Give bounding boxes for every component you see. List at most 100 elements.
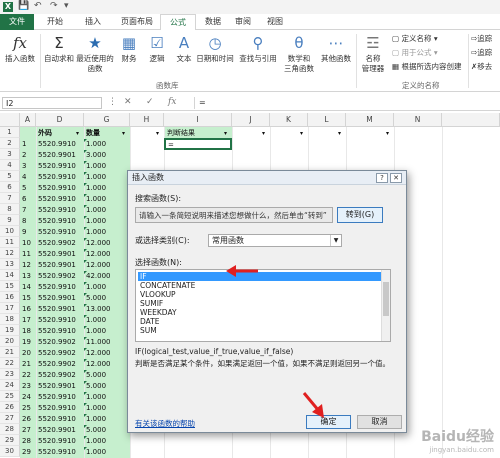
row-header[interactable]: 25 bbox=[0, 391, 20, 402]
tab-formulas[interactable]: 公式 bbox=[160, 14, 196, 31]
cell-code[interactable]: 5520.9901 bbox=[38, 150, 76, 161]
cell-quantity[interactable]: 5.000 bbox=[86, 425, 106, 436]
cell-a[interactable]: 26 bbox=[22, 414, 31, 425]
row-header[interactable]: 6 bbox=[0, 182, 20, 193]
filter-dropdown-icon[interactable]: ▾ bbox=[76, 128, 79, 139]
cell-a[interactable]: 23 bbox=[22, 381, 31, 392]
row-header[interactable]: 29 bbox=[0, 435, 20, 446]
search-input[interactable]: 请输入一条简短说明来描述您想做什么，然后单击“转到” bbox=[135, 207, 333, 223]
cell-a[interactable]: 9 bbox=[22, 227, 26, 238]
function-item[interactable]: WEEKDAY bbox=[138, 308, 382, 317]
cell-code[interactable]: 5520.9910 bbox=[38, 139, 76, 150]
cell-quantity[interactable]: 12.000 bbox=[86, 359, 111, 370]
row-header[interactable]: 28 bbox=[0, 424, 20, 435]
cell-a[interactable]: 8 bbox=[22, 216, 26, 227]
row-header[interactable]: 8 bbox=[0, 204, 20, 215]
cell-code[interactable]: 5520.9910 bbox=[38, 172, 76, 183]
function-item[interactable]: SUM bbox=[138, 326, 382, 335]
column-header[interactable]: K bbox=[270, 113, 308, 127]
cell-quantity[interactable]: 11.000 bbox=[86, 337, 111, 348]
formula-input[interactable]: = bbox=[194, 97, 494, 109]
cell-quantity[interactable]: 13.000 bbox=[86, 304, 111, 315]
scroll-thumb[interactable] bbox=[383, 282, 389, 316]
row-header[interactable]: 2 bbox=[0, 138, 20, 149]
lookup-button[interactable]: ⚲ 查找与引用 bbox=[236, 34, 280, 64]
cell-a[interactable]: 19 bbox=[22, 337, 31, 348]
row-header[interactable]: 7 bbox=[0, 193, 20, 204]
tab-file[interactable]: 文件 bbox=[0, 14, 34, 30]
cell-code[interactable]: 5520.9910 bbox=[38, 194, 76, 205]
function-item[interactable]: DATE bbox=[138, 317, 382, 326]
remove-arrows-button[interactable]: ✗移去 bbox=[471, 62, 492, 72]
filter-dropdown-icon[interactable]: ▾ bbox=[122, 128, 125, 139]
trace-dependents-button[interactable]: ⇨追踪 bbox=[471, 48, 492, 58]
save-icon[interactable]: 💾 bbox=[18, 1, 29, 11]
column-header[interactable] bbox=[442, 113, 500, 127]
function-item[interactable]: SUMIF bbox=[138, 299, 382, 308]
category-select[interactable]: 常用函数 ▼ bbox=[208, 234, 342, 247]
cell-code[interactable]: 5520.9902 bbox=[38, 271, 76, 282]
filter-dropdown-icon[interactable]: ▾ bbox=[156, 128, 159, 139]
cell-quantity[interactable]: 1.000 bbox=[86, 447, 106, 458]
cell-quantity[interactable]: 3.000 bbox=[86, 150, 106, 161]
math-trig-button[interactable]: θ 数学和 三角函数 bbox=[280, 34, 318, 74]
row-header[interactable]: 11 bbox=[0, 237, 20, 248]
cell-a[interactable]: 4 bbox=[22, 172, 26, 183]
cell-code[interactable]: 5520.9910 bbox=[38, 227, 76, 238]
cell-code[interactable]: 5520.9901 bbox=[38, 249, 76, 260]
cell-quantity[interactable]: 12.000 bbox=[86, 238, 111, 249]
cell-a[interactable]: 21 bbox=[22, 359, 31, 370]
text-button[interactable]: A 文本 bbox=[172, 34, 196, 64]
cell-code[interactable]: 5520.9902 bbox=[38, 370, 76, 381]
cell-a[interactable]: 10 bbox=[22, 238, 31, 249]
row-header[interactable]: 26 bbox=[0, 402, 20, 413]
column-header[interactable]: G bbox=[84, 113, 130, 127]
column-header[interactable]: I bbox=[164, 113, 232, 127]
row-header[interactable]: 3 bbox=[0, 149, 20, 160]
cell-quantity[interactable]: 42.000 bbox=[86, 271, 111, 282]
row-header[interactable]: 10 bbox=[0, 226, 20, 237]
function-item[interactable]: VLOOKUP bbox=[138, 290, 382, 299]
cell-quantity[interactable]: 5.000 bbox=[86, 293, 106, 304]
datetime-button[interactable]: ◷ 日期和时间 bbox=[196, 34, 234, 64]
cell-quantity[interactable]: 1.000 bbox=[86, 161, 106, 172]
fx-icon[interactable]: fx bbox=[168, 97, 176, 107]
function-item[interactable]: CONCATENATE bbox=[138, 281, 382, 290]
cell-code[interactable]: 5520.9910 bbox=[38, 183, 76, 194]
cell-code[interactable]: 5520.9910 bbox=[38, 447, 76, 458]
row-header[interactable]: 17 bbox=[0, 303, 20, 314]
row-header[interactable]: 23 bbox=[0, 369, 20, 380]
other-functions-button[interactable]: ⋯ 其他函数 bbox=[318, 34, 354, 64]
cell-code[interactable]: 5520.9910 bbox=[38, 436, 76, 447]
tab-review[interactable]: 审阅 bbox=[228, 14, 258, 30]
autosum-button[interactable]: Σ 自动求和 bbox=[42, 34, 76, 64]
header-cell-quantity[interactable]: 数量 bbox=[86, 128, 100, 139]
customize-qat-icon[interactable]: ▾ bbox=[64, 1, 69, 11]
row-header[interactable]: 21 bbox=[0, 347, 20, 358]
cell-code[interactable]: 5520.9902 bbox=[38, 359, 76, 370]
cell-a[interactable]: 2 bbox=[22, 150, 26, 161]
cell-a[interactable]: 1 bbox=[22, 139, 26, 150]
cell-quantity[interactable]: 1.000 bbox=[86, 172, 106, 183]
list-scrollbar[interactable] bbox=[381, 270, 390, 341]
row-header[interactable]: 12 bbox=[0, 248, 20, 259]
cell-a[interactable]: 11 bbox=[22, 249, 31, 260]
filter-dropdown-icon[interactable]: ▾ bbox=[262, 128, 265, 139]
cell-a[interactable]: 18 bbox=[22, 326, 31, 337]
cell-quantity[interactable]: 1.000 bbox=[86, 392, 106, 403]
cell-a[interactable]: 16 bbox=[22, 304, 31, 315]
cell-code[interactable]: 5520.9910 bbox=[38, 315, 76, 326]
row-header[interactable]: 9 bbox=[0, 215, 20, 226]
cell-quantity[interactable]: 1.000 bbox=[86, 436, 106, 447]
row-header[interactable]: 30 bbox=[0, 446, 20, 457]
cell-a[interactable]: 5 bbox=[22, 183, 26, 194]
filter-dropdown-icon[interactable]: ▾ bbox=[300, 128, 303, 139]
cell-code[interactable]: 5520.9910 bbox=[38, 161, 76, 172]
cell-a[interactable]: 15 bbox=[22, 293, 31, 304]
cancel-button[interactable]: 取消 bbox=[357, 415, 402, 429]
active-cell[interactable]: = bbox=[164, 138, 232, 150]
cell-code[interactable]: 5520.9910 bbox=[38, 414, 76, 425]
define-name-button[interactable]: ▢ 定义名称 ▾ bbox=[392, 34, 438, 44]
filter-dropdown-icon[interactable]: ▾ bbox=[386, 128, 389, 139]
cell-code[interactable]: 5520.9910 bbox=[38, 392, 76, 403]
